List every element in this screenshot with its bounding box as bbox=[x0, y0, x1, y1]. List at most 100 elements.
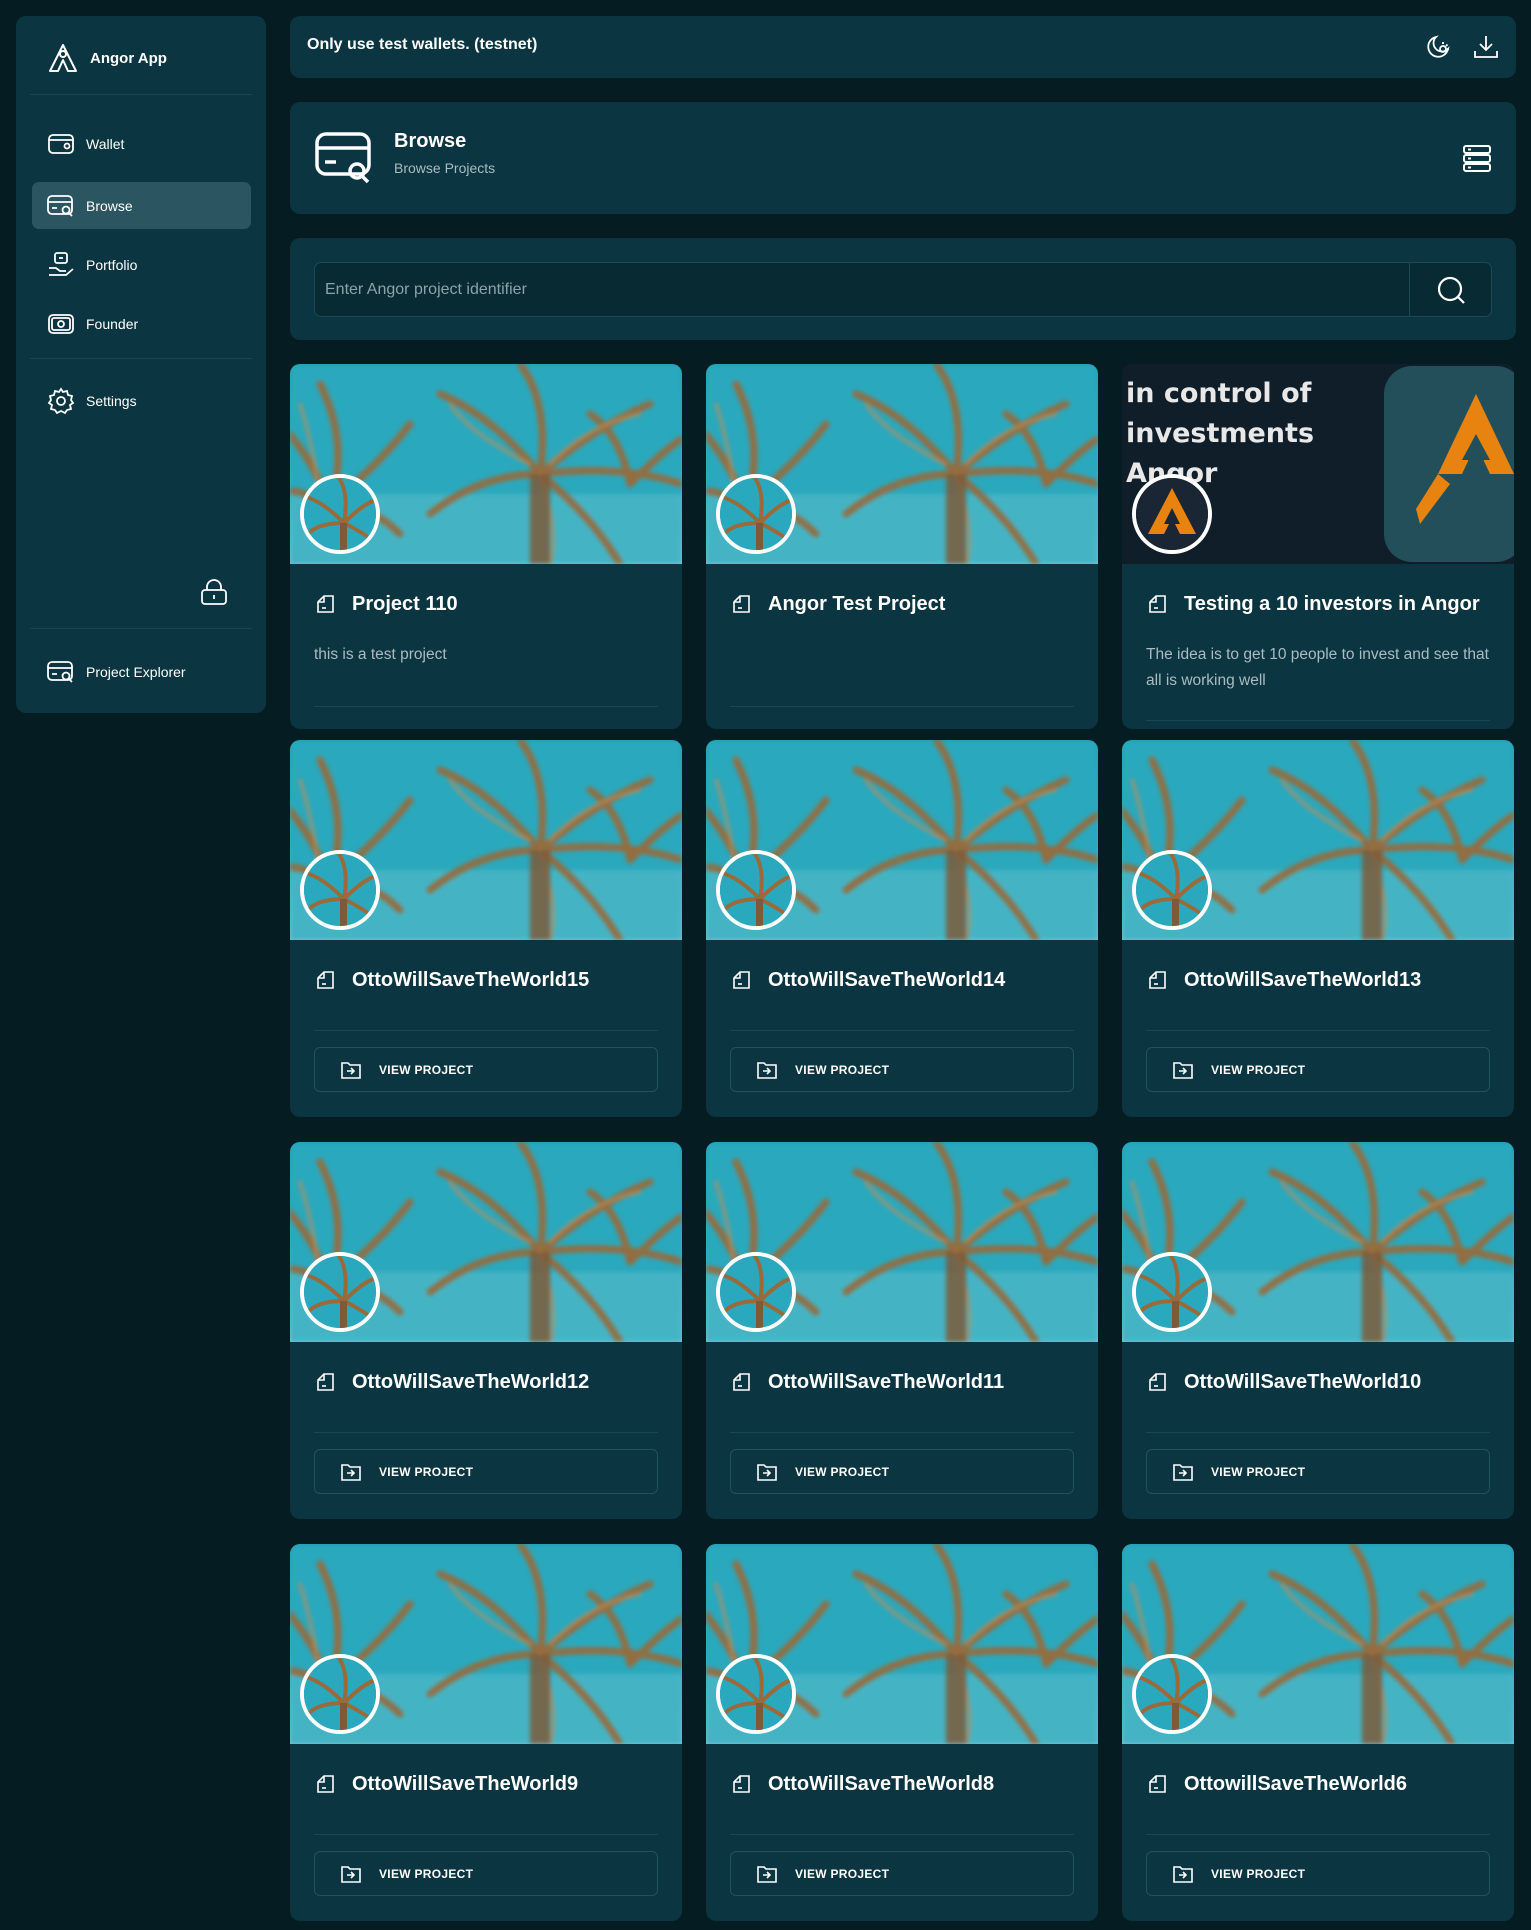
project-card[interactable]: in control of investments AngorTesting a… bbox=[1122, 364, 1514, 729]
page-header: Browse Browse Projects bbox=[290, 102, 1516, 214]
testnet-banner: Only use test wallets. (testnet) bbox=[290, 16, 1516, 78]
view-project-label: VIEW PROJECT bbox=[379, 1866, 474, 1881]
sidebar-item-label: Portfolio bbox=[86, 256, 138, 273]
page-title: Browse bbox=[394, 130, 467, 152]
view-project-button[interactable]: VIEW PROJECT bbox=[1146, 1047, 1490, 1092]
project-title[interactable]: Angor Test Project bbox=[768, 593, 945, 616]
view-project-button[interactable]: VIEW PROJECT bbox=[730, 1851, 1074, 1896]
view-project-label: VIEW PROJECT bbox=[795, 1866, 890, 1881]
sidebar-item-settings[interactable]: Settings bbox=[32, 377, 251, 424]
project-icon bbox=[314, 1772, 338, 1796]
project-avatar bbox=[1132, 1252, 1212, 1332]
view-project-button[interactable]: VIEW PROJECT bbox=[314, 1047, 658, 1092]
view-project-button[interactable]: VIEW PROJECT bbox=[1146, 1449, 1490, 1494]
angor-logo-icon bbox=[46, 41, 80, 75]
project-description: The idea is to get 10 people to invest a… bbox=[1146, 646, 1489, 689]
project-title[interactable]: OttoWillSaveTheWorld14 bbox=[768, 969, 1005, 992]
open-folder-icon bbox=[339, 1058, 363, 1082]
search-button[interactable] bbox=[1409, 263, 1491, 316]
project-icon bbox=[730, 1772, 754, 1796]
project-title[interactable]: OttoWillSaveTheWorld11 bbox=[768, 1371, 1004, 1394]
theme-toggle-button[interactable] bbox=[1421, 30, 1455, 64]
project-card[interactable]: OttoWillSaveTheWorld15 VIEW PROJECT bbox=[290, 740, 682, 1117]
lock-icon bbox=[199, 577, 229, 607]
sidebar: Angor App Wallet Browse Portfolio Founde… bbox=[16, 16, 266, 713]
view-project-label: VIEW PROJECT bbox=[379, 1464, 474, 1479]
project-title[interactable]: OttoWillSaveTheWorld13 bbox=[1184, 969, 1421, 992]
search-input[interactable] bbox=[315, 263, 1411, 316]
sidebar-divider bbox=[30, 628, 252, 629]
project-avatar bbox=[1132, 850, 1212, 930]
project-title[interactable]: OttoWillSaveTheWorld8 bbox=[768, 1773, 994, 1796]
sidebar-item-portfolio[interactable]: Portfolio bbox=[32, 241, 251, 288]
open-folder-icon bbox=[339, 1862, 363, 1886]
view-project-button[interactable]: VIEW PROJECT bbox=[314, 1449, 658, 1494]
project-card[interactable]: OttoWillSaveTheWorld9 VIEW PROJECT bbox=[290, 1544, 682, 1921]
brand[interactable]: Angor App bbox=[46, 40, 167, 76]
sidebar-item-founder[interactable]: Founder bbox=[32, 300, 251, 347]
project-title[interactable]: Project 110 bbox=[352, 593, 458, 616]
browse-icon bbox=[314, 130, 374, 186]
sidebar-item-wallet[interactable]: Wallet bbox=[32, 120, 251, 167]
card-title-row: OttowillSaveTheWorld6 bbox=[1146, 1772, 1407, 1796]
project-card[interactable]: OttoWillSaveTheWorld11 VIEW PROJECT bbox=[706, 1142, 1098, 1519]
portfolio-icon bbox=[46, 250, 76, 280]
card-divider bbox=[730, 706, 1074, 707]
search-icon bbox=[1435, 274, 1467, 306]
sidebar-divider bbox=[30, 94, 252, 95]
project-card[interactable]: Angor Test Project bbox=[706, 364, 1098, 729]
card-divider bbox=[730, 1432, 1074, 1433]
project-icon bbox=[730, 968, 754, 992]
card-divider bbox=[730, 1834, 1074, 1835]
project-avatar bbox=[716, 1654, 796, 1734]
project-card[interactable]: OttoWillSaveTheWorld13 VIEW PROJECT bbox=[1122, 740, 1514, 1117]
card-title-row: OttoWillSaveTheWorld8 bbox=[730, 1772, 994, 1796]
project-card[interactable]: OttoWillSaveTheWorld8 VIEW PROJECT bbox=[706, 1544, 1098, 1921]
project-card[interactable]: OttoWillSaveTheWorld14 VIEW PROJECT bbox=[706, 740, 1098, 1117]
project-card[interactable]: Project 110 this is a test project bbox=[290, 364, 682, 729]
open-folder-icon bbox=[1171, 1460, 1195, 1484]
project-card[interactable]: OttoWillSaveTheWorld10 VIEW PROJECT bbox=[1122, 1142, 1514, 1519]
view-project-button[interactable]: VIEW PROJECT bbox=[1146, 1851, 1490, 1896]
page-subtitle: Browse Projects bbox=[394, 160, 496, 176]
project-title[interactable]: OttoWillSaveTheWorld12 bbox=[352, 1371, 589, 1394]
sidebar-item-project-explorer[interactable]: Project Explorer bbox=[32, 648, 251, 695]
card-divider bbox=[314, 1432, 658, 1433]
open-folder-icon bbox=[339, 1460, 363, 1484]
download-button[interactable] bbox=[1469, 30, 1503, 64]
card-title-row: Project 110 bbox=[314, 592, 458, 616]
card-title-row: OttoWillSaveTheWorld13 bbox=[1146, 968, 1421, 992]
project-title[interactable]: OttowillSaveTheWorld6 bbox=[1184, 1773, 1407, 1796]
lock-button[interactable] bbox=[197, 575, 231, 609]
project-icon bbox=[1146, 1772, 1170, 1796]
sidebar-item-label: Founder bbox=[86, 315, 139, 332]
download-icon bbox=[1471, 32, 1501, 62]
project-avatar bbox=[300, 850, 380, 930]
project-icon bbox=[1146, 592, 1170, 616]
view-project-button[interactable]: VIEW PROJECT bbox=[730, 1449, 1074, 1494]
view-project-button[interactable]: VIEW PROJECT bbox=[730, 1047, 1074, 1092]
project-card[interactable]: OttowillSaveTheWorld6 VIEW PROJECT bbox=[1122, 1544, 1514, 1921]
gear-icon bbox=[46, 386, 76, 416]
project-title[interactable]: Testing a 10 investors in Angor bbox=[1184, 593, 1480, 616]
project-title[interactable]: OttoWillSaveTheWorld10 bbox=[1184, 1371, 1421, 1394]
project-card[interactable]: OttoWillSaveTheWorld12 VIEW PROJECT bbox=[290, 1142, 682, 1519]
sidebar-item-browse[interactable]: Browse bbox=[32, 182, 251, 229]
view-project-label: VIEW PROJECT bbox=[379, 1062, 474, 1077]
sidebar-item-label: Project Explorer bbox=[86, 663, 186, 680]
founder-icon bbox=[46, 309, 76, 339]
view-project-label: VIEW PROJECT bbox=[795, 1464, 890, 1479]
view-project-label: VIEW PROJECT bbox=[1211, 1464, 1306, 1479]
project-title[interactable]: OttoWillSaveTheWorld9 bbox=[352, 1773, 578, 1796]
project-avatar bbox=[1132, 474, 1212, 554]
card-divider bbox=[314, 1030, 658, 1031]
card-title-row: OttoWillSaveTheWorld11 bbox=[730, 1370, 1004, 1394]
project-icon bbox=[314, 592, 338, 616]
explorer-icon bbox=[46, 657, 76, 687]
view-toggle-button[interactable] bbox=[1458, 139, 1496, 177]
project-description: this is a test project bbox=[314, 646, 447, 663]
project-icon bbox=[730, 1370, 754, 1394]
project-avatar bbox=[716, 1252, 796, 1332]
view-project-button[interactable]: VIEW PROJECT bbox=[314, 1851, 658, 1896]
project-title[interactable]: OttoWillSaveTheWorld15 bbox=[352, 969, 589, 992]
